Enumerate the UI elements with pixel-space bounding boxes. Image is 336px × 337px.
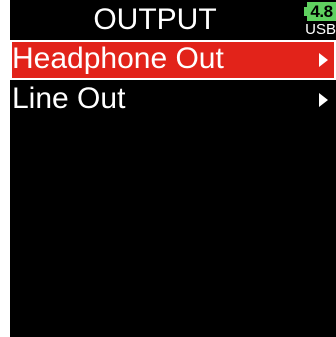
battery-voltage: 4.8 (307, 2, 336, 21)
header-bar: OUTPUT 4.8 USB (10, 0, 336, 40)
battery-indicator: 4.8 USB (304, 2, 336, 40)
menu-item-headphone-out[interactable]: Headphone Out (10, 40, 336, 80)
page-title: OUTPUT (93, 3, 217, 36)
output-menu: Headphone Out Line Out (10, 40, 336, 120)
menu-item-label: Headphone Out (12, 42, 224, 75)
chevron-right-icon (319, 93, 328, 107)
power-source-label: USB (305, 21, 336, 38)
menu-item-label: Line Out (12, 82, 126, 115)
device-screen: OUTPUT 4.8 USB Headphone Out Line Out (10, 0, 336, 337)
menu-item-line-out[interactable]: Line Out (10, 80, 336, 120)
chevron-right-icon (319, 53, 328, 67)
